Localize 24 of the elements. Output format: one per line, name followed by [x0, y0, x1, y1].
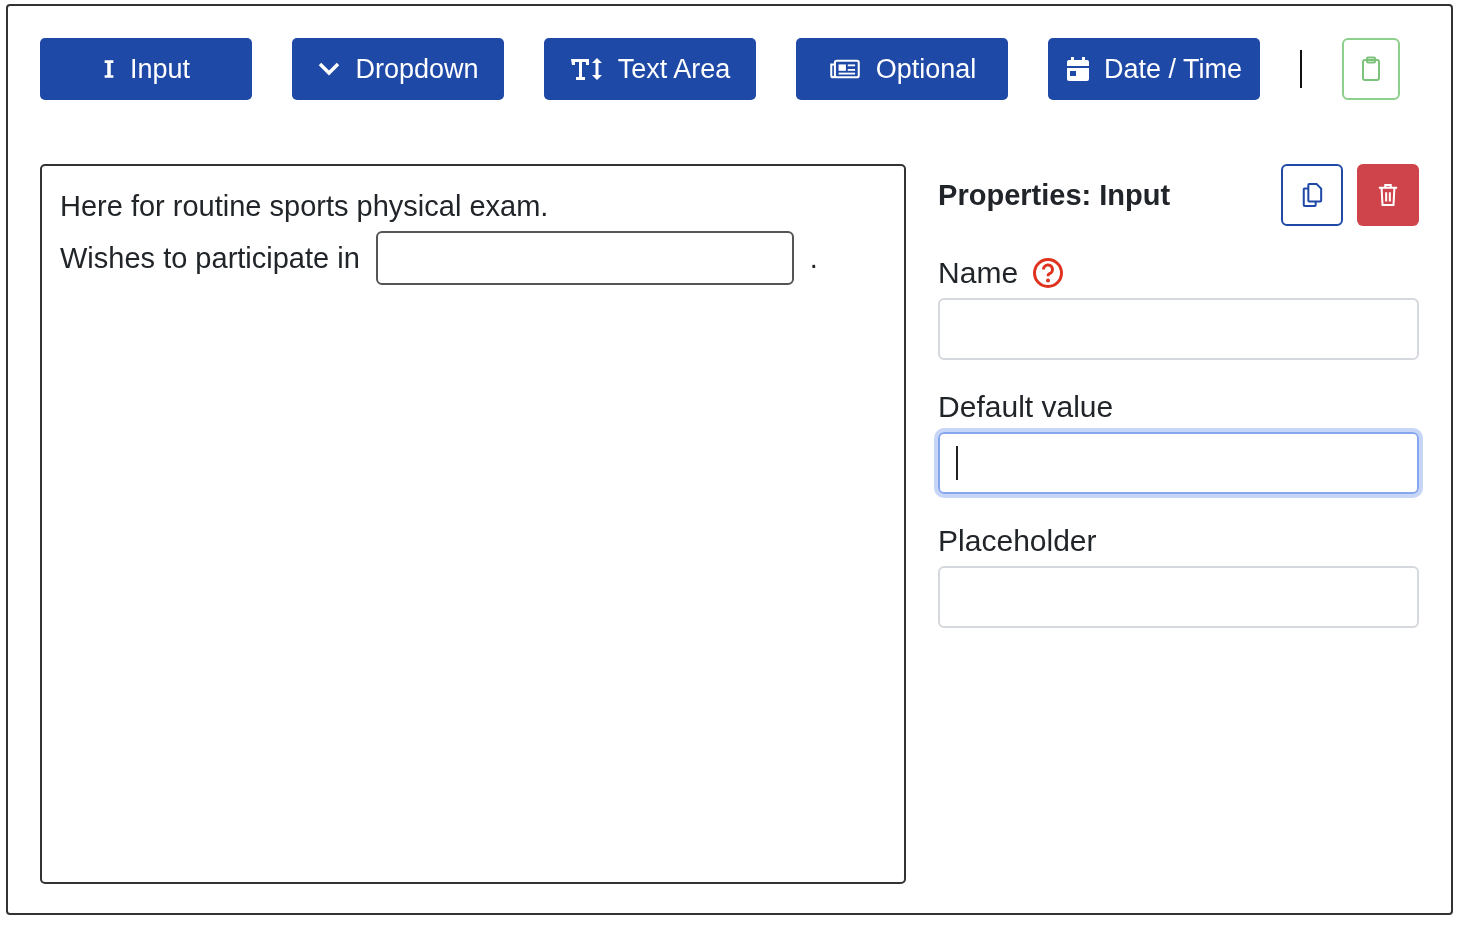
- insert-button[interactable]: Input: [40, 38, 252, 100]
- input-field[interactable]: [938, 298, 1419, 360]
- help-icon[interactable]: [1032, 257, 1065, 289]
- duplicate-button[interactable]: [1281, 164, 1343, 226]
- field-label: Name: [938, 256, 1019, 290]
- newspaper-icon: [827, 58, 862, 80]
- editor-text: Here for routine sports physical exam.: [60, 189, 549, 223]
- field-label: Default value: [938, 390, 1114, 424]
- calendar-icon: [1065, 56, 1090, 82]
- editor-text: Wishes to participate in: [60, 241, 360, 275]
- insert-button[interactable]: Dropdown: [292, 38, 504, 100]
- input-field[interactable]: [938, 566, 1419, 628]
- fill-in-field[interactable]: [375, 231, 794, 285]
- insert-button[interactable]: Text Area: [544, 38, 756, 100]
- field-label: Placeholder: [938, 524, 1097, 558]
- properties-title: Properties: Input: [938, 178, 1172, 212]
- delete-button[interactable]: [1357, 164, 1419, 226]
- clipboard-icon: [1361, 56, 1381, 82]
- insert-button[interactable]: Date / Time: [1048, 38, 1260, 100]
- trash-icon: [1377, 182, 1399, 208]
- text-height-icon: [569, 57, 604, 81]
- copy-icon: [1301, 182, 1323, 208]
- insert-button[interactable]: Optional: [796, 38, 1008, 100]
- editor-text: .: [809, 241, 818, 275]
